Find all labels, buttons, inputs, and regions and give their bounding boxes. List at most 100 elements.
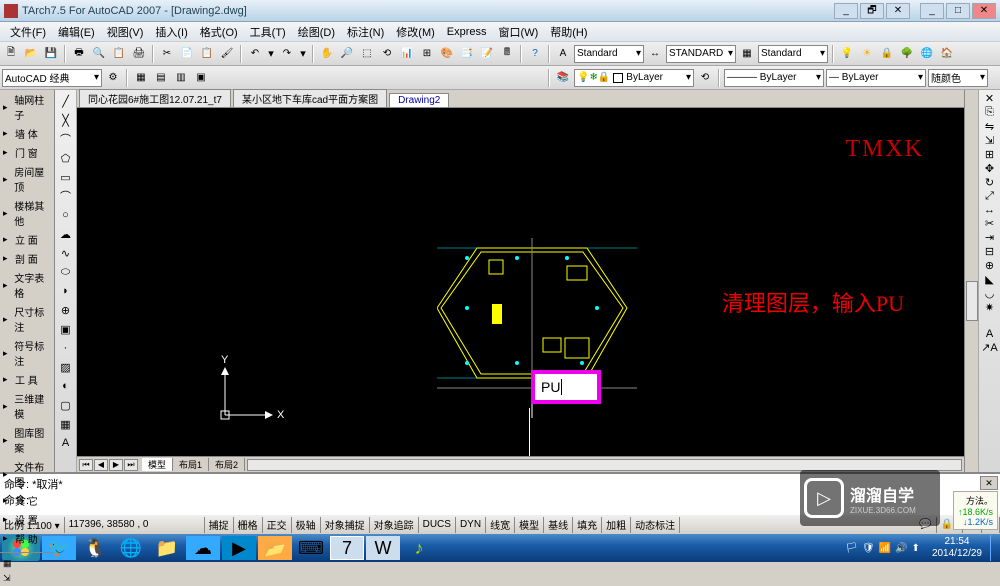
- layout-model[interactable]: 模型: [142, 458, 173, 471]
- markup-icon[interactable]: 📝: [478, 45, 496, 63]
- tree-axis[interactable]: ▸轴网柱子: [0, 90, 54, 124]
- tool-b-icon[interactable]: ▤: [152, 69, 170, 87]
- tree-symbol[interactable]: ▸符号标注: [0, 336, 54, 370]
- polygon-icon[interactable]: ⬠: [57, 149, 75, 167]
- tree-icon[interactable]: 🌳: [898, 45, 916, 63]
- tab-2[interactable]: Drawing2: [389, 93, 449, 107]
- menu-draw[interactable]: 绘图(D): [292, 24, 341, 40]
- hscrollbar[interactable]: [247, 459, 962, 471]
- sun-icon[interactable]: ☀: [858, 45, 876, 63]
- menu-dim[interactable]: 标注(N): [341, 24, 390, 40]
- dyn-toggle[interactable]: DYN: [456, 517, 486, 533]
- dyndim-toggle[interactable]: 动态标注: [631, 517, 680, 533]
- region-icon[interactable]: ▢: [57, 396, 75, 414]
- tray-shield-icon[interactable]: 🛡: [862, 543, 875, 554]
- menu-file[interactable]: 文件(F): [4, 24, 52, 40]
- pline-icon[interactable]: ⌒: [57, 130, 75, 148]
- minimize-button[interactable]: _: [834, 3, 858, 19]
- spline-icon[interactable]: ∿: [57, 244, 75, 262]
- tree-section[interactable]: ▸剖 面: [0, 249, 54, 268]
- match-icon[interactable]: 🖌: [218, 45, 236, 63]
- tray-net-icon[interactable]: 📶: [879, 543, 891, 554]
- circle-icon[interactable]: ○: [57, 206, 75, 224]
- pin-word-icon[interactable]: W: [366, 536, 400, 560]
- zoom-prev-icon[interactable]: ⟲: [378, 45, 396, 63]
- tray-flag-icon[interactable]: 🏳: [845, 543, 858, 554]
- point-icon[interactable]: ·: [57, 339, 75, 357]
- menu-view[interactable]: 视图(V): [101, 24, 150, 40]
- minimize-outer-button[interactable]: _: [920, 3, 944, 19]
- ducs-toggle[interactable]: DUCS: [419, 517, 456, 533]
- redo-icon[interactable]: ↷: [278, 45, 296, 63]
- layer-prev-icon[interactable]: ⟲: [696, 69, 714, 87]
- mtext-icon[interactable]: A: [57, 434, 75, 452]
- hatch-icon[interactable]: ▨: [57, 358, 75, 376]
- ellipse-icon[interactable]: ⬭: [57, 263, 75, 281]
- zoom-win-icon[interactable]: ⬚: [358, 45, 376, 63]
- drawing-canvas[interactable]: TMXK 清理图层，输入PU: [77, 108, 964, 456]
- pin-explorer-icon[interactable]: 📁: [150, 536, 184, 560]
- menu-tools[interactable]: 工具(T): [244, 24, 292, 40]
- tree-setting[interactable]: ▸设 置: [0, 510, 54, 529]
- menu-window[interactable]: 窗口(W): [493, 24, 545, 40]
- lineweight-select[interactable]: — ByLayer▾: [826, 69, 926, 87]
- close-button[interactable]: ✕: [972, 3, 996, 19]
- tab-1[interactable]: 某小区地下车库cad平面方案图: [233, 89, 387, 107]
- show-desktop-button[interactable]: [990, 535, 998, 561]
- extend-icon[interactable]: ⇥: [985, 231, 994, 244]
- scale-icon[interactable]: ⤢: [985, 190, 994, 203]
- rect-icon[interactable]: ▭: [57, 168, 75, 186]
- osnap-toggle[interactable]: 对象捕捉: [321, 517, 370, 533]
- nav-first-icon[interactable]: ⏮: [79, 459, 93, 471]
- tool-d-icon[interactable]: ▣: [192, 69, 210, 87]
- revcloud-icon[interactable]: ☁: [57, 225, 75, 243]
- tree-stair[interactable]: ▸楼梯其他: [0, 196, 54, 230]
- menu-format[interactable]: 格式(O): [194, 24, 244, 40]
- erase-icon[interactable]: ✕: [985, 92, 994, 105]
- pin-music-icon[interactable]: ♪: [402, 536, 436, 560]
- open-icon[interactable]: 📂: [22, 45, 40, 63]
- bold-toggle[interactable]: 加粗: [602, 517, 631, 533]
- layout-1[interactable]: 布局1: [173, 458, 209, 471]
- pin-player-icon[interactable]: ▶: [222, 536, 256, 560]
- ortho-toggle[interactable]: 正交: [263, 517, 292, 533]
- array-icon[interactable]: ⊞: [985, 148, 994, 161]
- tree-help[interactable]: ▸帮 助: [0, 529, 54, 548]
- undo-dropdown[interactable]: ▾: [266, 47, 276, 60]
- tablestyle-icon[interactable]: ▦: [738, 45, 756, 63]
- bulb-icon[interactable]: 💡: [838, 45, 856, 63]
- restore-button[interactable]: 🗗: [860, 3, 884, 19]
- dimstyle-icon[interactable]: ↔: [646, 45, 664, 63]
- cmdpanel-close-icon[interactable]: ✕: [980, 476, 998, 490]
- dynamic-input[interactable]: PU: [531, 370, 601, 404]
- cut-icon[interactable]: ✂: [158, 45, 176, 63]
- tree-other[interactable]: ▸其 它: [0, 491, 54, 510]
- tree-wall[interactable]: ▸墙 体: [0, 124, 54, 143]
- trim-icon[interactable]: ✂: [985, 217, 994, 230]
- nav-next-icon[interactable]: ▶: [109, 459, 123, 471]
- tree-lib[interactable]: ▸图库图案: [0, 423, 54, 457]
- tree-grid-icon[interactable]: ▦: [0, 556, 54, 571]
- pin-chrome-icon[interactable]: 🌐: [114, 536, 148, 560]
- color-select[interactable]: 随颜色▾: [928, 69, 988, 87]
- gradient-icon[interactable]: ◐: [57, 377, 75, 395]
- tree-dim[interactable]: ▸尺寸标注: [0, 302, 54, 336]
- tool-a-icon[interactable]: ▦: [132, 69, 150, 87]
- menu-edit[interactable]: 编辑(E): [52, 24, 101, 40]
- nav-prev-icon[interactable]: ◀: [94, 459, 108, 471]
- menu-modify[interactable]: 修改(M): [390, 24, 441, 40]
- close-inner-button[interactable]: ✕: [886, 3, 910, 19]
- xline-icon[interactable]: ╳: [57, 111, 75, 129]
- layer-props-icon[interactable]: 📚: [554, 69, 572, 87]
- tree-tools[interactable]: ▸工 具: [0, 370, 54, 389]
- tray-misc-icon[interactable]: ⬆: [912, 543, 920, 554]
- preview-icon[interactable]: 🔍: [90, 45, 108, 63]
- paste-icon[interactable]: 📋: [198, 45, 216, 63]
- stretch-icon[interactable]: ↔: [984, 204, 995, 216]
- nav-last-icon[interactable]: ⏭: [124, 459, 138, 471]
- pin-qq-icon[interactable]: 🐧: [78, 536, 112, 560]
- text-a-icon[interactable]: A: [986, 328, 993, 340]
- block-icon[interactable]: ▣: [57, 320, 75, 338]
- tool-c-icon[interactable]: ▥: [172, 69, 190, 87]
- linetype-select[interactable]: ——— ByLayer▾: [724, 69, 824, 87]
